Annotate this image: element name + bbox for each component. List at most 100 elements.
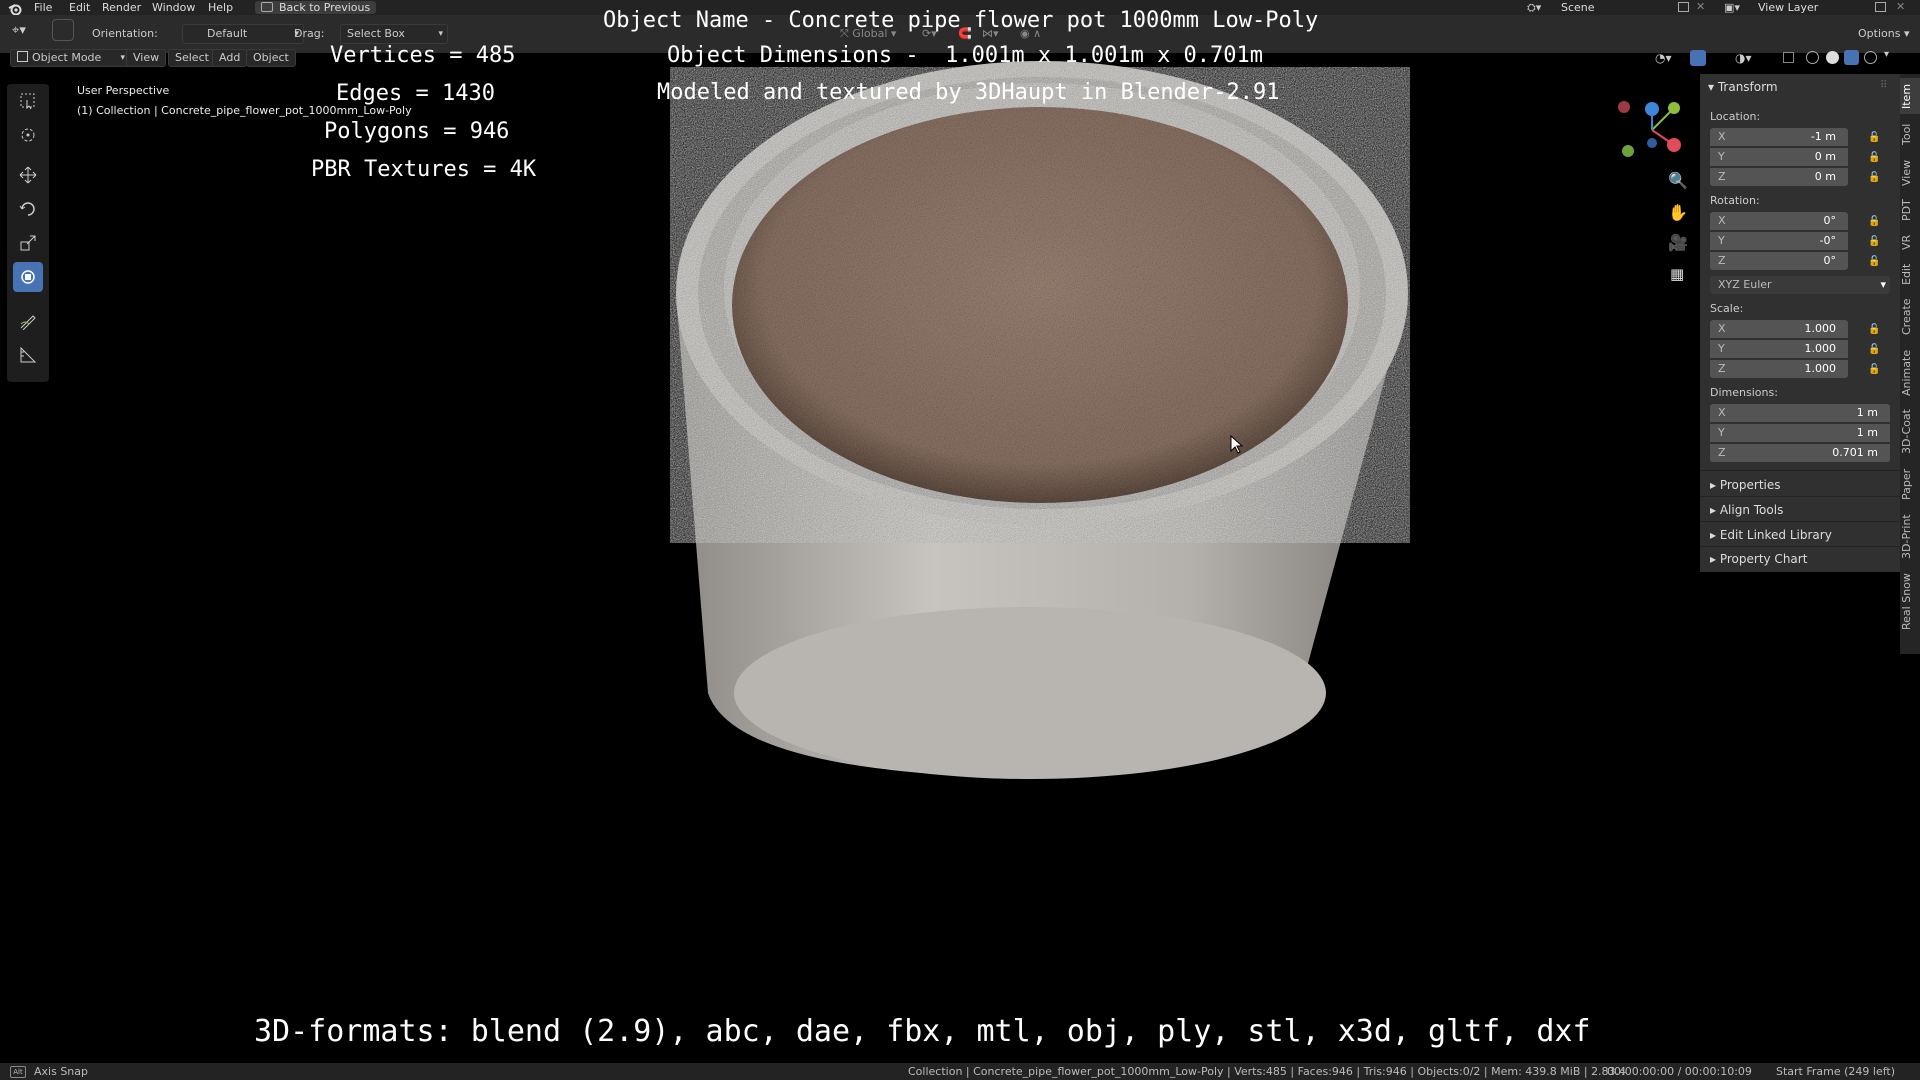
new-view-layer-icon[interactable] [1875,2,1886,12]
rotation-x-value: 0° [1823,214,1837,227]
lock-icon[interactable]: 🔓 [1868,324,1880,335]
measure-icon[interactable] [13,340,43,370]
rendered-shading-icon[interactable] [1864,51,1877,64]
tab-paper[interactable]: Paper [1900,464,1920,504]
editor-type-icon[interactable]: ⌖▾ [12,23,26,38]
perspective-label: User Perspective [77,84,170,97]
scene-icon[interactable]: ⛭▾ [1527,1,1541,15]
polygons-count: Polygons = 946 [324,119,510,144]
divider [1700,470,1900,471]
menu-window[interactable]: Window [152,0,195,15]
frame-info: Start Frame (249 left) [1776,1065,1896,1078]
lock-icon[interactable]: 🔓 [1868,132,1880,143]
location-x-value: -1 m [1810,130,1836,143]
sidebar-tabs: Item Tool View PDT VR Edit Create Animat… [1900,74,1920,654]
subpanel-edit-linked-library[interactable]: ▸ Edit Linked Library [1710,528,1832,542]
subpanel-edit-linked-library-label: Edit Linked Library [1719,528,1832,542]
subpanel-property-chart[interactable]: ▸ Property Chart [1710,552,1807,566]
rotation-y-field[interactable]: Y -0° [1710,232,1848,250]
menu-file[interactable]: File [34,0,52,15]
lock-icon[interactable]: 🔓 [1868,344,1880,355]
lock-icon[interactable]: 🔓 [1868,256,1880,267]
rotation-x-field[interactable]: X 0° [1710,212,1848,230]
location-x-field[interactable]: X -1 m [1710,128,1848,146]
transform-panel-header[interactable]: ▾ Transform [1708,80,1778,94]
tab-tool[interactable]: Tool [1900,118,1920,150]
back-to-previous-button[interactable]: Back to Previous [255,1,377,14]
lock-icon[interactable]: 🔓 [1868,172,1880,183]
tab-view[interactable]: View [1900,156,1920,190]
tab-vr[interactable]: VR [1900,230,1920,254]
tab-3d-print[interactable]: 3D-Print [1900,510,1920,564]
navigation-gizmo[interactable] [1612,95,1692,165]
tab-animate[interactable]: Animate [1900,346,1920,400]
flower-pot-model[interactable] [0,53,1700,1063]
zoom-icon[interactable]: 🔍 [1668,171,1688,190]
overlay-icon[interactable]: ◑▾ [1735,51,1752,65]
cursor-icon[interactable] [13,120,43,150]
scale-icon[interactable] [13,228,43,258]
location-z-field[interactable]: Z 0 m [1710,168,1848,186]
location-y-field[interactable]: Y 0 m [1710,148,1848,166]
tab-item[interactable]: Item [1900,78,1920,114]
menu-render[interactable]: Render [102,0,141,15]
rotation-mode-dropdown[interactable]: XYZ Euler ▾ [1710,276,1890,294]
tab-edit[interactable]: Edit [1900,260,1920,288]
tab-pdt[interactable]: PDT [1900,196,1920,224]
xray-icon[interactable] [1783,52,1794,63]
active-tool-icon[interactable] [52,19,74,41]
dimensions-x-value: 1 m [1856,406,1878,419]
menu-help[interactable]: Help [208,0,233,15]
orientation-dropdown[interactable]: Default ▾ [182,24,304,44]
edges-count: Edges = 1430 [336,81,495,106]
new-scene-icon[interactable] [1678,2,1689,12]
lock-icon[interactable]: 🔓 [1868,236,1880,247]
chevron-down-icon: ▾ [438,29,443,39]
annotate-icon[interactable] [13,306,43,336]
wireframe-shading-icon[interactable] [1806,51,1819,64]
view-layer-icon[interactable]: ▣▾ [1724,1,1740,14]
lock-icon[interactable]: 🔓 [1868,364,1880,375]
material-shading-icon[interactable] [1844,50,1859,65]
shading-options-icon[interactable]: ▾ [1884,49,1889,60]
axis-z-label: Z [1718,362,1726,375]
credit-text: Modeled and textured by 3DHaupt in Blend… [657,80,1280,105]
view-layer-name[interactable]: View Layer [1758,0,1818,15]
lock-icon[interactable]: 🔓 [1868,216,1880,227]
scale-x-field[interactable]: X 1.000 [1710,320,1848,338]
scale-z-field[interactable]: Z 1.000 [1710,360,1848,378]
rotation-z-field[interactable]: Z 0° [1710,252,1848,270]
location-z-value: 0 m [1814,170,1836,183]
left-toolbar [7,84,49,382]
dimensions-x-field[interactable]: X 1 m [1710,404,1890,422]
options-dropdown[interactable]: Options ▾ [1858,25,1909,43]
camera-view-icon[interactable]: 🎥 [1668,233,1688,252]
drag-dropdown[interactable]: Select Box ▾ [340,24,448,44]
rotate-icon[interactable] [13,194,43,224]
rotation-label: Rotation: [1710,194,1760,207]
tab-3d-coat[interactable]: 3D-Coat [1900,406,1920,458]
lock-icon[interactable]: 🔓 [1868,152,1880,163]
viewport-3d[interactable]: User Perspective (1) Collection | Concre… [0,8,1700,1063]
scale-y-field[interactable]: Y 1.000 [1710,340,1848,358]
scale-y-value: 1.000 [1804,342,1837,355]
solid-shading-icon[interactable] [1826,51,1839,64]
dimensions-z-field[interactable]: Z 0.701 m [1710,444,1890,462]
tab-create[interactable]: Create [1900,294,1920,340]
dimensions-y-field[interactable]: Y 1 m [1710,424,1890,442]
subpanel-align-tools[interactable]: ▸ Align Tools [1710,503,1783,517]
close-view-layer-icon[interactable]: ✕ [1896,0,1905,13]
scene-name[interactable]: Scene [1561,0,1595,15]
select-box-icon[interactable] [13,86,43,116]
transform-icon[interactable] [13,262,43,292]
pan-hand-icon[interactable]: ✋ [1668,203,1688,222]
drag-handle-icon[interactable]: ⠿ [1880,80,1887,91]
subpanel-properties[interactable]: ▸ Properties [1710,478,1781,492]
close-scene-icon[interactable]: ✕ [1696,0,1705,13]
move-icon[interactable] [13,160,43,190]
rotation-z-value: 0° [1823,254,1837,267]
axis-z-label: Z [1718,254,1726,267]
tab-real-snow[interactable]: Real Snow [1900,570,1920,634]
ortho-grid-icon[interactable]: ▦ [1670,265,1684,283]
menu-edit[interactable]: Edit [69,0,90,15]
